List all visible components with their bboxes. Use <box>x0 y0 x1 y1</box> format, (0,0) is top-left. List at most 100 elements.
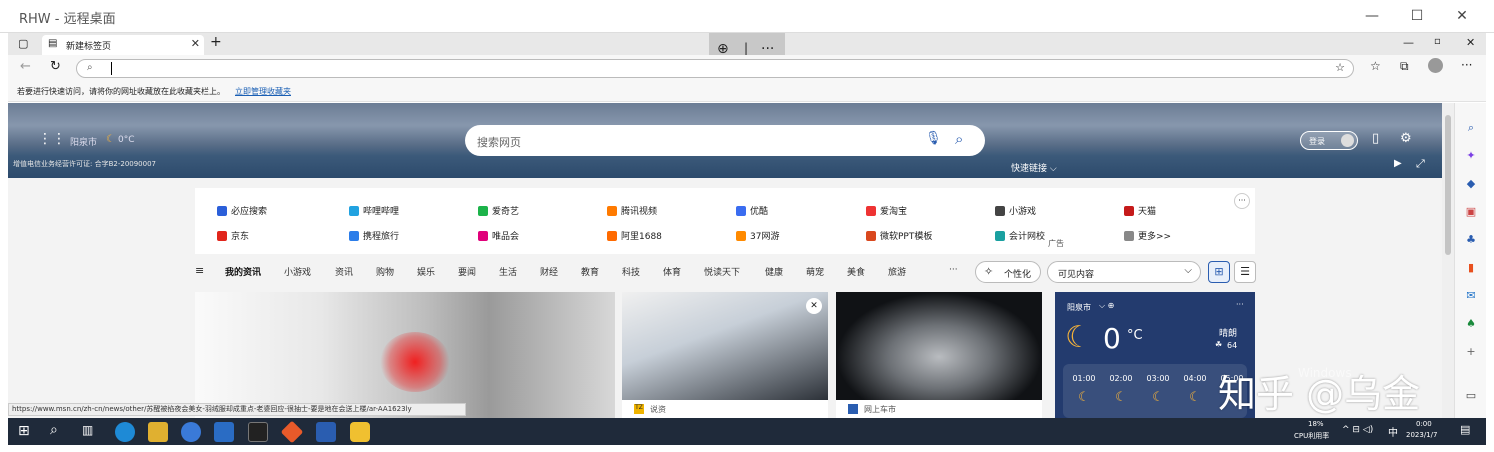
clock-date[interactable]: 2023/1/7 <box>1406 431 1437 439</box>
quick-link[interactable]: 优酷 <box>736 204 768 217</box>
favorites-icon[interactable]: ☆ <box>1370 59 1381 73</box>
nav-item[interactable]: 教育 <box>581 265 599 278</box>
nav-item[interactable]: 资讯 <box>335 265 353 278</box>
personalize-button[interactable]: ✧ 个性化 <box>975 261 1041 283</box>
nav-item[interactable]: 小游戏 <box>284 265 311 278</box>
more-icon[interactable]: ··· <box>1236 300 1244 309</box>
chevron-down-icon[interactable]: ⌵ ⊕ <box>1099 301 1114 311</box>
mobile-icon[interactable]: ▯ <box>1372 131 1379 146</box>
tag-icon[interactable]: ◆ <box>1464 177 1478 191</box>
expand-icon[interactable]: ⤢ <box>1416 157 1425 171</box>
close-icon[interactable]: ✕ <box>1466 36 1475 49</box>
close-icon[interactable]: ✕ <box>806 298 822 314</box>
quick-link[interactable]: 必应搜索 <box>217 204 267 217</box>
app-icon[interactable] <box>350 422 370 442</box>
quick-link[interactable]: 37网游 <box>736 229 779 242</box>
login-button[interactable]: 登录 <box>1300 131 1358 150</box>
nav-item[interactable]: 娱乐 <box>417 265 435 278</box>
city-label[interactable]: 阳泉市 <box>70 135 97 148</box>
quick-link[interactable]: 爱淘宝 <box>866 204 907 217</box>
nav-item[interactable]: 要闻 <box>458 265 476 278</box>
toolbox-icon[interactable]: ▣ <box>1464 205 1478 219</box>
quick-link[interactable]: 微软PPT模板 <box>866 229 932 242</box>
clock-time[interactable]: 0:00 <box>1416 420 1432 428</box>
minimize-icon[interactable]: — <box>1360 6 1384 26</box>
more-icon[interactable]: ··· <box>1461 58 1472 72</box>
quick-link[interactable]: 唯品会 <box>478 229 519 242</box>
minimize-icon[interactable]: — <box>1403 36 1414 49</box>
nav-item[interactable]: 我的资讯 <box>225 265 261 278</box>
search-icon[interactable]: ⌕ <box>1464 121 1478 135</box>
vertical-scrollbar[interactable] <box>1442 103 1454 418</box>
news-card[interactable]: ✕ TZ 说资 <box>622 292 828 418</box>
scroll-thumb[interactable] <box>1445 115 1451 255</box>
tab-close-icon[interactable]: ✕ <box>191 37 200 50</box>
add-icon[interactable]: + <box>1464 345 1478 359</box>
nav-item[interactable]: 财经 <box>540 265 558 278</box>
list-view-icon[interactable]: ☰ <box>1234 261 1256 283</box>
content-visibility-select[interactable]: 可见内容 ⌵ <box>1047 261 1201 283</box>
news-card[interactable]: 网上车市 <box>836 292 1042 418</box>
quick-link[interactable]: 小游戏 <box>995 204 1036 217</box>
screenshot-icon[interactable]: ▭ <box>1464 389 1478 403</box>
tray-icons[interactable]: ^ ⊟ ◁) <box>1342 425 1373 435</box>
microphone-icon[interactable]: 🎙 <box>925 131 942 146</box>
quick-link[interactable]: 腾讯视频 <box>607 204 657 217</box>
quick-link[interactable]: 会计网校 <box>995 229 1045 242</box>
search-icon[interactable]: ⌕ <box>955 130 963 148</box>
editor-icon[interactable] <box>316 422 336 442</box>
url-input[interactable]: ⌕ ☆ <box>76 59 1354 78</box>
terminal-icon[interactable] <box>248 422 268 442</box>
grid-view-icon[interactable]: ⊞ <box>1208 261 1230 283</box>
app-icon[interactable] <box>181 422 201 442</box>
ime-indicator[interactable]: 中 <box>1388 424 1398 439</box>
nav-item[interactable]: 科技 <box>622 265 640 278</box>
nav-item[interactable]: 生活 <box>499 265 517 278</box>
refresh-icon[interactable]: ↻ <box>50 59 61 74</box>
git-icon[interactable] <box>280 420 304 444</box>
news-card-hero[interactable] <box>195 292 615 418</box>
quick-link[interactable]: 天猫 <box>1124 204 1156 217</box>
games-icon[interactable]: ♣ <box>1464 233 1478 247</box>
sparkle-icon[interactable]: ✦ <box>1464 149 1478 163</box>
task-view-icon[interactable]: ▥ <box>82 423 93 437</box>
quick-link[interactable]: 携程旅行 <box>349 229 399 242</box>
file-explorer-icon[interactable] <box>148 422 168 442</box>
profile-avatar[interactable] <box>1428 58 1443 73</box>
edge-icon[interactable] <box>115 422 135 442</box>
nav-item[interactable]: 购物 <box>376 265 394 278</box>
quick-link[interactable]: 阿里1688 <box>607 229 662 242</box>
start-icon[interactable]: ⊞ <box>18 423 30 439</box>
manage-favorites-link[interactable]: 立即管理收藏夹 <box>235 86 291 97</box>
nav-item[interactable]: 旅游 <box>888 265 906 278</box>
web-search-box[interactable]: 搜索网页 🎙 ⌕ <box>465 125 985 156</box>
menu-icon[interactable]: ≡ <box>195 264 204 277</box>
favorite-add-icon[interactable]: ☆ <box>1335 61 1345 74</box>
nav-item[interactable]: 萌宠 <box>806 265 824 278</box>
quick-links-more-icon[interactable]: ··· <box>1234 193 1250 209</box>
nav-item[interactable]: ··· <box>949 265 958 275</box>
back-icon[interactable]: ← <box>20 59 31 74</box>
tree-icon[interactable]: ♠ <box>1464 317 1478 331</box>
quick-link[interactable]: 京东 <box>217 229 249 242</box>
remote-desktop-icon[interactable] <box>214 422 234 442</box>
maximize-icon[interactable]: ☐ <box>1405 6 1429 26</box>
new-tab-icon[interactable]: + <box>210 34 222 50</box>
nav-item[interactable]: 美食 <box>847 265 865 278</box>
quick-link[interactable]: 更多>> <box>1124 229 1171 242</box>
play-icon[interactable]: ▶ <box>1394 158 1402 169</box>
notification-icon[interactable]: ▤ <box>1460 423 1470 436</box>
tab-actions-icon[interactable]: ▢ <box>18 37 28 50</box>
nav-item[interactable]: 体育 <box>663 265 681 278</box>
office-icon[interactable]: ▮ <box>1464 261 1478 275</box>
search-icon[interactable]: ⌕ <box>50 422 58 438</box>
close-icon[interactable]: ✕ <box>1450 6 1474 26</box>
collections-icon[interactable]: ⧉ <box>1400 59 1409 74</box>
outlook-icon[interactable]: ✉ <box>1464 289 1478 303</box>
apps-grid-icon[interactable]: ⋮⋮ <box>38 131 66 147</box>
nav-item[interactable]: 健康 <box>765 265 783 278</box>
restore-icon[interactable]: ▫ <box>1434 36 1441 47</box>
quick-link[interactable]: 爱奇艺 <box>478 204 519 217</box>
nav-item[interactable]: 悦读天下 <box>704 265 740 278</box>
quick-links-toggle[interactable]: 快速链接 ⌵ <box>1011 161 1057 174</box>
